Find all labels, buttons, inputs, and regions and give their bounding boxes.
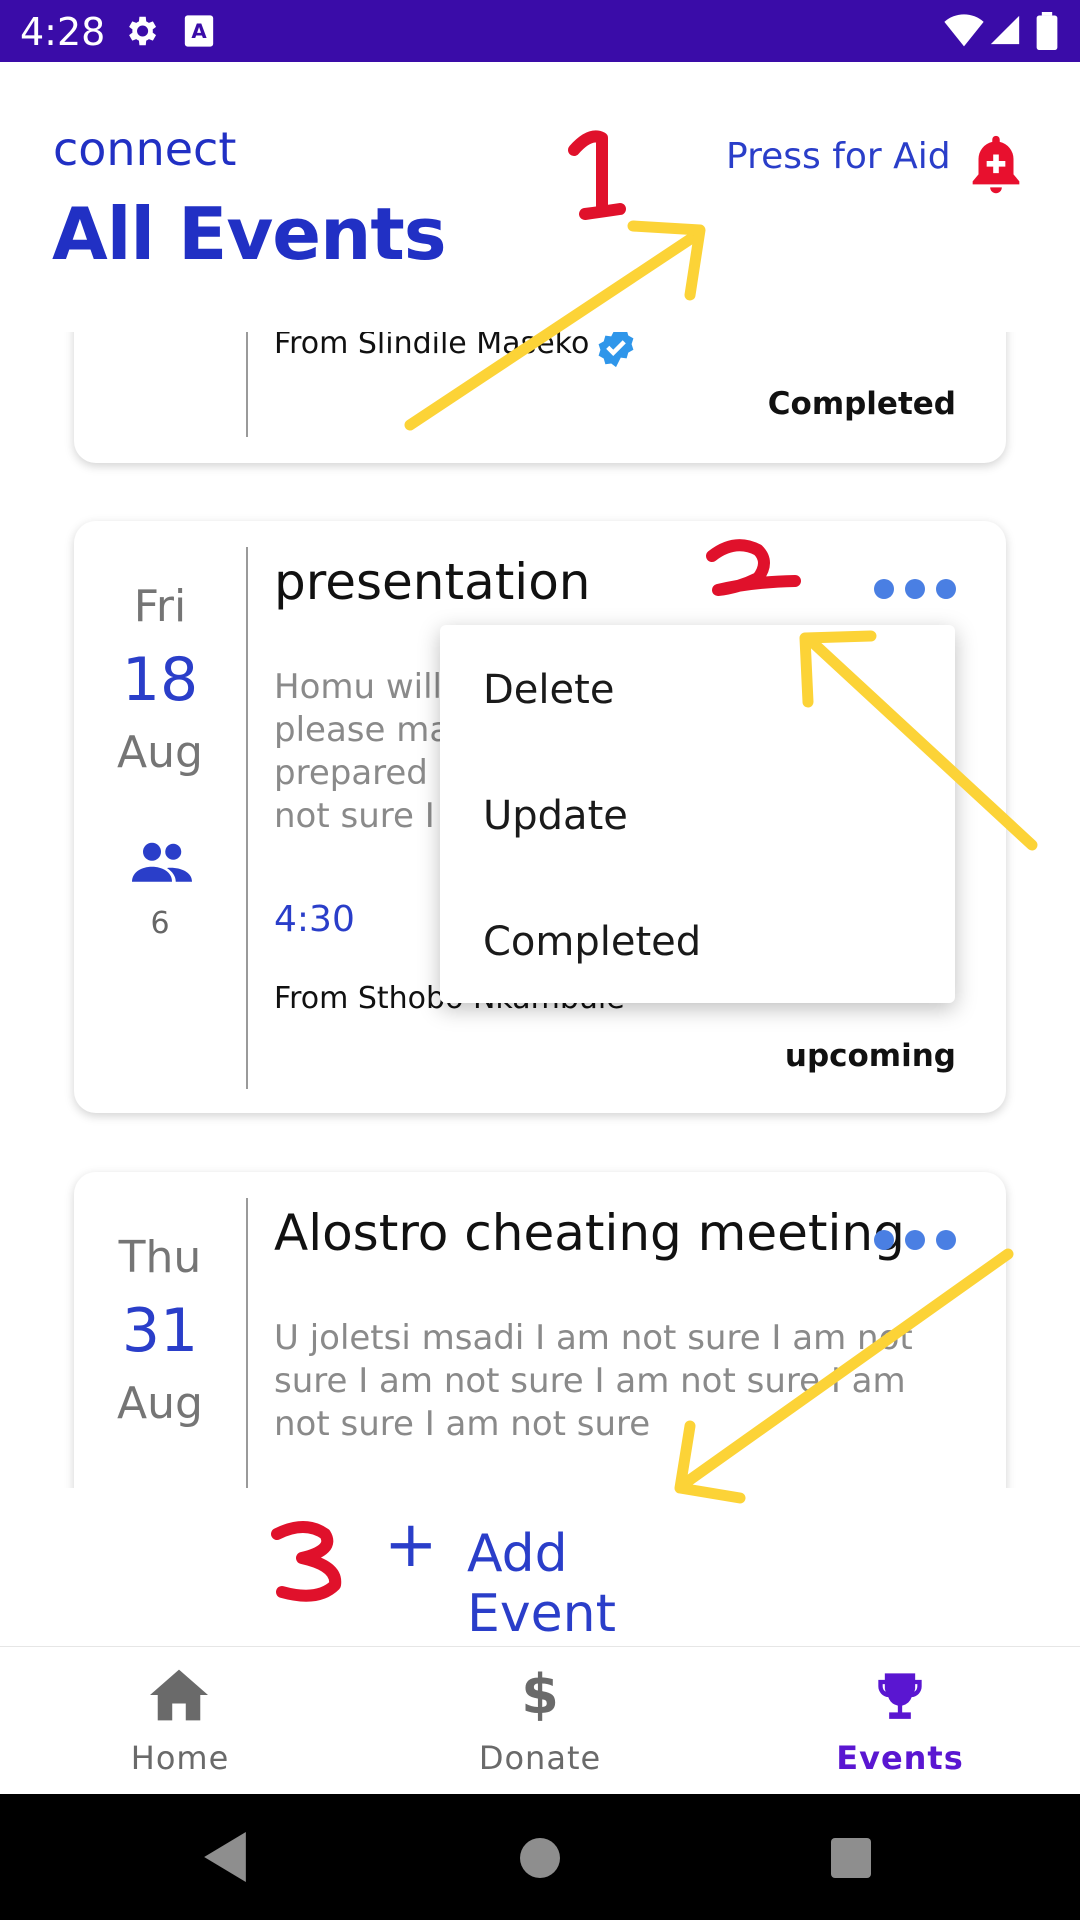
card-divider <box>246 1198 248 1502</box>
event-options-menu: Delete Update Completed <box>440 625 955 1003</box>
menu-item-update[interactable]: Update <box>483 793 628 839</box>
app-name: connect <box>53 122 237 176</box>
trophy-icon <box>878 1673 922 1719</box>
event-title: presentation <box>274 553 591 611</box>
status-bar: 4:28 A <box>0 0 1080 62</box>
system-navigation-bar <box>0 1794 1080 1920</box>
alert-bell-icon <box>972 135 1020 194</box>
event-month: Aug <box>117 727 203 778</box>
signal-icon <box>990 15 1020 45</box>
menu-item-completed[interactable]: Completed <box>483 919 701 965</box>
event-day: Thu <box>118 1232 202 1283</box>
keyboard-a-icon: A <box>184 15 214 47</box>
settings-icon <box>129 16 157 46</box>
add-event-button[interactable]: + Add Event <box>370 1488 720 1644</box>
nav-item-donate[interactable]: $ Donate <box>360 1647 720 1795</box>
nav-label-events: Events <box>836 1739 964 1777</box>
nav-item-events[interactable]: Events <box>720 1647 1080 1795</box>
bottom-navigation: Home $ Donate Events <box>0 1646 1080 1794</box>
event-status: Completed <box>767 386 956 422</box>
plus-icon: + <box>384 1508 438 1582</box>
event-day: Fri <box>133 581 187 632</box>
more-options-icon[interactable] <box>874 1225 958 1255</box>
event-title: Alostro cheating meeting <box>274 1204 905 1262</box>
add-event-label: Add Event <box>467 1524 616 1644</box>
battery-icon <box>1036 12 1058 50</box>
nav-label-donate: Donate <box>478 1739 602 1777</box>
event-date: 31 <box>121 1296 199 1366</box>
press-for-aid-button[interactable]: Press for Aid <box>720 132 1040 212</box>
event-status: upcoming <box>784 1038 956 1074</box>
event-time: 4:30 <box>274 899 355 940</box>
wifi-icon <box>944 14 984 47</box>
add-event-bar: + Add Event <box>0 1488 1080 1646</box>
attendees-icon <box>132 842 192 882</box>
event-date: 18 <box>121 645 199 715</box>
page-title: All Events <box>52 192 447 276</box>
menu-item-delete[interactable]: Delete <box>483 667 614 713</box>
card-divider <box>246 547 248 1089</box>
event-month: Aug <box>117 1378 203 1429</box>
status-time: 4:28 <box>20 10 106 54</box>
event-card-meeting[interactable]: Thu 31 Aug Alostro cheating meeting U jo… <box>74 1172 1006 1502</box>
header: connect All Events Press for Aid <box>0 62 1080 332</box>
dollar-icon: $ <box>521 1663 559 1726</box>
home-circle-icon[interactable] <box>520 1838 560 1878</box>
home-icon <box>150 1669 208 1721</box>
svg-text:A: A <box>191 20 207 43</box>
nav-label-home: Home <box>130 1739 230 1777</box>
more-options-icon[interactable] <box>874 574 958 604</box>
back-icon[interactable] <box>204 1832 246 1882</box>
aid-label: Press for Aid <box>726 136 951 177</box>
nav-item-home[interactable]: Home <box>0 1647 360 1795</box>
attendees-count: 6 <box>150 906 170 941</box>
event-description: U joletsi msadi I am not sure I am not s… <box>274 1318 913 1444</box>
recents-square-icon[interactable] <box>831 1838 871 1878</box>
